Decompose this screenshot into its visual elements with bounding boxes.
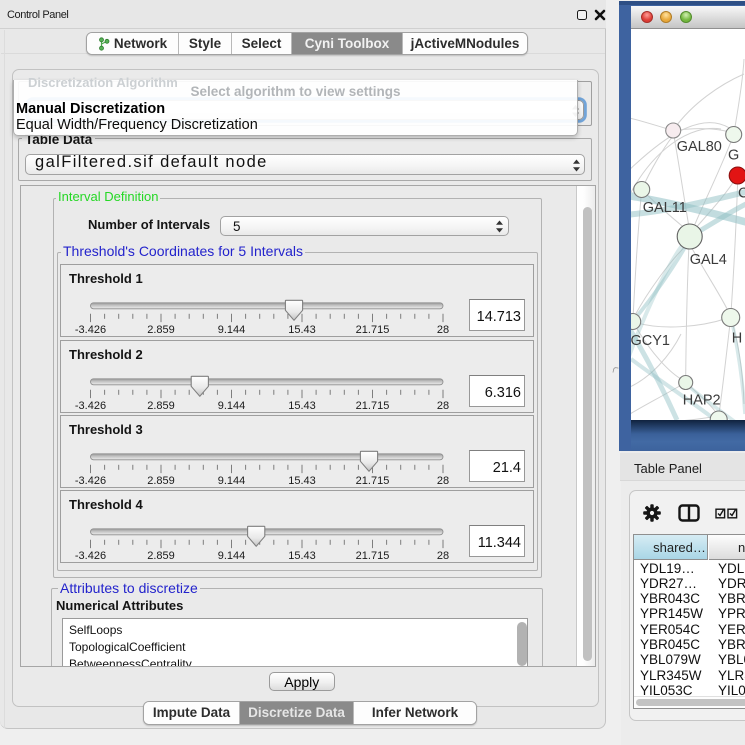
svg-text:15.43: 15.43 bbox=[288, 550, 316, 562]
svg-text:9.144: 9.144 bbox=[218, 550, 246, 562]
svg-text:15.43: 15.43 bbox=[288, 475, 316, 487]
svg-text:GAL11: GAL11 bbox=[643, 200, 687, 216]
svg-text:-3.426: -3.426 bbox=[75, 400, 106, 412]
svg-text:15.43: 15.43 bbox=[288, 400, 316, 412]
svg-text:28: 28 bbox=[437, 400, 449, 412]
svg-text:G: G bbox=[728, 148, 739, 164]
svg-text:-3.426: -3.426 bbox=[75, 550, 106, 562]
svg-text:GAL80: GAL80 bbox=[677, 139, 722, 155]
svg-text:2.859: 2.859 bbox=[147, 475, 175, 487]
svg-text:21.715: 21.715 bbox=[356, 550, 390, 562]
svg-text:9.144: 9.144 bbox=[218, 400, 246, 412]
svg-text:28: 28 bbox=[437, 550, 449, 562]
svg-text:9.144: 9.144 bbox=[218, 324, 246, 336]
svg-text:GCY1: GCY1 bbox=[631, 333, 670, 349]
svg-text:9.144: 9.144 bbox=[218, 475, 246, 487]
svg-text:C: C bbox=[738, 186, 745, 202]
svg-text:2.859: 2.859 bbox=[147, 400, 175, 412]
svg-text:GAL4: GAL4 bbox=[690, 252, 727, 268]
svg-text:2.859: 2.859 bbox=[147, 324, 175, 336]
svg-text:-3.426: -3.426 bbox=[75, 324, 106, 336]
svg-text:28: 28 bbox=[437, 475, 449, 487]
svg-text:2.859: 2.859 bbox=[147, 550, 175, 562]
svg-text:H: H bbox=[732, 331, 742, 347]
svg-text:15.43: 15.43 bbox=[288, 324, 316, 336]
svg-text:28: 28 bbox=[437, 324, 449, 336]
svg-text:HAP2: HAP2 bbox=[683, 393, 721, 409]
svg-text:21.715: 21.715 bbox=[356, 475, 390, 487]
svg-text:21.715: 21.715 bbox=[356, 400, 390, 412]
svg-text:21.715: 21.715 bbox=[356, 324, 390, 336]
svg-text:-3.426: -3.426 bbox=[75, 475, 106, 487]
